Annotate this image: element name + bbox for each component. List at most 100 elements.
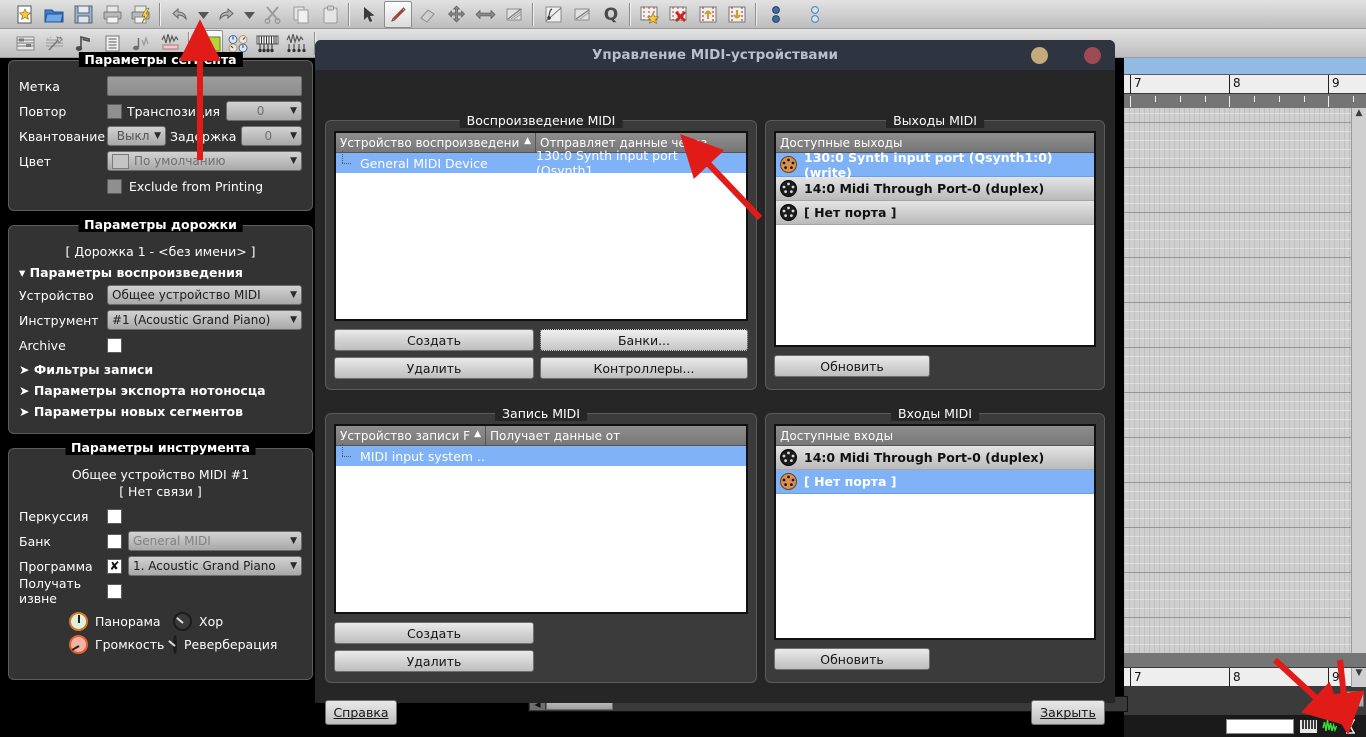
reverb-knob[interactable] xyxy=(168,635,177,654)
delete-range-icon[interactable] xyxy=(723,1,751,28)
dialog-body: Воспроизведение MIDI Устройство воспроиз… xyxy=(315,70,1115,725)
segment-repeat-checkbox[interactable] xyxy=(107,103,122,119)
quantize-icon[interactable] xyxy=(568,1,596,28)
program-select[interactable]: 1. Acoustic Grand Piano ▼ xyxy=(128,556,302,576)
volume-knob[interactable] xyxy=(69,635,88,654)
new-file-icon[interactable] xyxy=(11,1,39,28)
bank-select[interactable]: General MIDI ▼ xyxy=(128,531,302,551)
chorus-control[interactable]: Хор xyxy=(173,612,277,631)
list-item[interactable]: [ Нет порта ] xyxy=(776,470,1094,494)
receive-external-checkbox[interactable] xyxy=(107,583,122,599)
manage-synth-plugins-icon[interactable] xyxy=(282,30,310,57)
paste-icon[interactable] xyxy=(316,1,344,28)
status-input[interactable] xyxy=(1226,718,1294,734)
pan-control[interactable]: Панорама xyxy=(69,612,173,631)
bar-ruler-top[interactable]: 7 8 9 xyxy=(1124,75,1366,94)
track-instrument-select[interactable]: #1 (Acoustic Grand Piano) ▼ xyxy=(107,310,302,330)
notation-tools-icon[interactable] xyxy=(40,30,68,57)
close-window-button[interactable] xyxy=(1084,46,1101,64)
pan-knob[interactable] xyxy=(69,612,88,631)
scroll-right-arrow-icon[interactable]: ▶ xyxy=(1346,691,1364,707)
undo-icon[interactable] xyxy=(166,1,194,28)
loop-ruler[interactable] xyxy=(1124,58,1366,75)
playback-banks-button[interactable]: Банки... xyxy=(540,329,748,351)
playback-controllers-button[interactable]: Контроллеры... xyxy=(540,357,748,379)
punch-out-icon[interactable] xyxy=(801,1,829,28)
close-button[interactable]: Закрыть xyxy=(1031,700,1105,725)
bank-checkbox[interactable] xyxy=(107,533,122,549)
open-file-icon[interactable] xyxy=(40,1,68,28)
sort-ascending-icon[interactable]: ▲ xyxy=(524,136,531,146)
track-archive-checkbox[interactable] xyxy=(107,337,122,353)
help-button[interactable]: Справка xyxy=(325,700,397,725)
undo-dropdown-icon[interactable] xyxy=(195,1,211,28)
inputs-refresh-button[interactable]: Обновить xyxy=(774,648,930,670)
reverb-control[interactable]: Реверберация xyxy=(168,635,277,654)
record-create-button[interactable]: Создать xyxy=(334,622,534,644)
volume-control[interactable]: Громкость xyxy=(69,635,173,654)
table-row[interactable]: MIDI input system ... xyxy=(336,444,746,466)
playback-create-button[interactable]: Создать xyxy=(334,329,534,351)
percussion-checkbox[interactable] xyxy=(107,508,122,524)
q-icon[interactable]: Q xyxy=(597,1,625,28)
list-item[interactable]: 130:0 Synth input port (Qsynth1:0) (writ… xyxy=(776,150,1094,180)
dialog-titlebar[interactable]: Управление MIDI-устройствами xyxy=(315,40,1115,70)
playback-parameters-expander[interactable]: ▾ Параметры воспроизведения xyxy=(19,265,302,280)
segment-delay-select[interactable]: 0 ▼ xyxy=(241,126,302,146)
erase-tool-icon[interactable] xyxy=(413,1,441,28)
score-editor-icon[interactable] xyxy=(11,30,39,57)
segment-color-select[interactable]: По умолчанию ▼ xyxy=(107,151,302,171)
list-item[interactable]: 14:0 Midi Through Port-0 (duplex) xyxy=(776,177,1094,201)
manage-midi-devices-icon[interactable] xyxy=(253,30,281,57)
receive-external-label: Получать извне xyxy=(19,576,82,606)
segment-grid[interactable] xyxy=(1124,108,1351,708)
program-checkbox[interactable]: ✘ xyxy=(107,558,122,574)
playback-device-list[interactable]: Устройство воспроизведени ▲ Отправляет д… xyxy=(334,131,748,321)
scroll-down-arrow-icon[interactable]: ▼ xyxy=(1351,668,1366,688)
chevron-down-icon: ▼ xyxy=(290,156,297,166)
available-outputs-list[interactable]: Доступные выходы 130:0 Synth input port … xyxy=(774,131,1096,347)
track-device-select[interactable]: Общее устройство MIDI ▼ xyxy=(107,285,302,305)
new-segments-expander[interactable]: ➤ Параметры новых сегментов xyxy=(19,404,302,419)
staff-export-expander[interactable]: ➤ Параметры экспорта нотоносца xyxy=(19,383,302,398)
record-device-list[interactable]: Устройство записи F ▲ Получает данные от… xyxy=(334,424,748,614)
select-tool-icon[interactable] xyxy=(355,1,383,28)
record-delete-button[interactable]: Удалить xyxy=(334,650,534,672)
list-item[interactable]: 14:0 Midi Through Port-0 (duplex) xyxy=(776,446,1094,470)
chorus-knob[interactable] xyxy=(173,612,192,631)
playback-delete-button[interactable]: Удалить xyxy=(334,357,534,379)
outputs-refresh-button[interactable]: Обновить xyxy=(774,355,930,377)
print-preview-icon[interactable] xyxy=(127,1,155,28)
draw-tool-icon[interactable] xyxy=(384,1,412,28)
bar-ruler-bottom[interactable]: 7 8 9 ▼ xyxy=(1124,667,1366,688)
segment-quantize-select[interactable]: Выкл ▼ xyxy=(107,126,167,146)
redo-icon[interactable] xyxy=(212,1,240,28)
audio-waveform-icon[interactable] xyxy=(1322,719,1339,733)
segment-transpose-select[interactable]: 0 ▼ xyxy=(226,101,302,121)
punch-in-icon[interactable] xyxy=(762,1,790,28)
save-file-icon[interactable] xyxy=(69,1,97,28)
record-filters-expander[interactable]: ➤ Фильтры записи xyxy=(19,362,302,377)
copy-icon[interactable] xyxy=(287,1,315,28)
sort-ascending-icon[interactable]: ▲ xyxy=(474,429,481,439)
print-icon[interactable] xyxy=(98,1,126,28)
exclude-from-printing-checkbox[interactable] xyxy=(107,178,122,194)
join-icon[interactable] xyxy=(539,1,567,28)
redo-dropdown-icon[interactable] xyxy=(241,1,257,28)
piano-keys-icon[interactable] xyxy=(1300,719,1317,733)
delete-marker-icon[interactable] xyxy=(665,1,693,28)
scroll-up-arrow-icon[interactable]: ▲ xyxy=(1352,108,1366,118)
move-tool-icon[interactable] xyxy=(442,1,470,28)
resize-tool-icon[interactable] xyxy=(471,1,499,28)
minimize-button[interactable] xyxy=(1031,46,1048,64)
segment-label-input[interactable] xyxy=(107,76,302,96)
insert-range-icon[interactable] xyxy=(694,1,722,28)
split-tool-icon[interactable] xyxy=(500,1,528,28)
available-inputs-list[interactable]: Доступные входы 14:0 Midi Through Port-0… xyxy=(774,424,1096,640)
midi-playback-title: Воспроизведение MIDI xyxy=(459,113,623,128)
list-item[interactable]: [ Нет порта ] xyxy=(776,201,1094,225)
table-row[interactable]: General MIDI Device 130:0 Synth input po… xyxy=(336,148,746,178)
cut-icon[interactable] xyxy=(258,1,286,28)
add-marker-icon[interactable] xyxy=(636,1,664,28)
vertical-scrollbar[interactable]: ▲ xyxy=(1351,108,1366,708)
